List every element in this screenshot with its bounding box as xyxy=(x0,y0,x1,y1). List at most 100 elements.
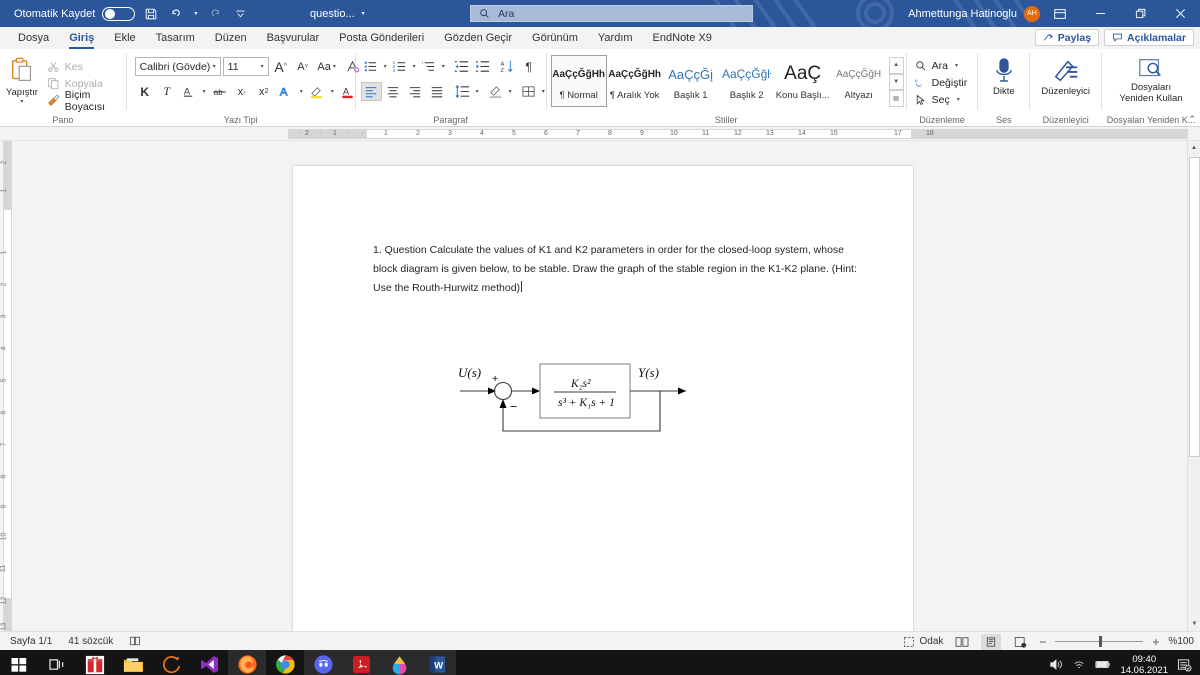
shading-dropdown-icon[interactable]: ▾ xyxy=(507,88,514,95)
undo-icon[interactable] xyxy=(167,5,185,23)
taskbar-paint-app[interactable] xyxy=(380,650,418,675)
volume-icon[interactable] xyxy=(1049,658,1063,671)
styles-more-button[interactable]: ▤ xyxy=(888,90,904,108)
print-layout-icon[interactable] xyxy=(981,633,1002,650)
bold-button[interactable]: K xyxy=(135,82,155,102)
dictate-button[interactable]: Dikte xyxy=(980,52,1028,97)
style-konu-basligi[interactable]: AaÇ Konu Başlı... xyxy=(775,55,831,107)
replace-button[interactable]: b c Değiştir xyxy=(915,74,968,91)
restore-icon[interactable] xyxy=(1120,0,1160,27)
format-painter-button[interactable]: Biçim Boyacısı xyxy=(44,89,126,113)
borders-dropdown-icon[interactable]: ▾ xyxy=(540,88,547,95)
tab-yardim[interactable]: Yardım xyxy=(588,27,643,49)
sort-icon[interactable]: A Z xyxy=(498,57,518,77)
style-baslik-2[interactable]: AaÇçĞğŀ Başlık 2 xyxy=(719,55,775,107)
undo-dropdown-icon[interactable]: ▾ xyxy=(192,10,199,17)
underline-button[interactable]: A xyxy=(179,82,199,102)
multilevel-dropdown-icon[interactable]: ▾ xyxy=(440,63,447,70)
style-normal[interactable]: AaÇçĞğHh ¶ Normal xyxy=(550,55,607,107)
numbering-dropdown-icon[interactable]: ▾ xyxy=(411,63,418,70)
reuse-files-button[interactable]: Dosyaları Yeniden Kullan xyxy=(1114,52,1188,104)
text-effects-icon[interactable]: A xyxy=(276,82,296,102)
taskbar-visual-studio[interactable] xyxy=(190,650,228,675)
style-baslik-1[interactable]: AaÇçĞį Başlık 1 xyxy=(663,55,719,107)
vertical-scrollbar[interactable]: ▲ ▼ xyxy=(1187,141,1200,631)
decrease-indent-icon[interactable] xyxy=(452,57,472,77)
font-size-combo[interactable]: 11 ▾ xyxy=(222,57,269,76)
style-altyazi[interactable]: AaÇçĞğH Altyazı xyxy=(831,55,887,107)
zoom-level-label[interactable]: %100 xyxy=(1168,636,1194,647)
task-view-button[interactable] xyxy=(38,650,76,675)
wifi-icon[interactable] xyxy=(1072,658,1086,671)
vertical-ruler[interactable]: 2 1 1 2 3 4 5 6 7 8 9 10 11 12 13 xyxy=(0,141,14,631)
line-spacing-icon[interactable] xyxy=(453,82,473,102)
zoom-in-button[interactable]: + xyxy=(1152,635,1159,649)
find-button[interactable]: Ara ▾ xyxy=(915,57,968,74)
taskbar-chrome[interactable] xyxy=(266,650,304,675)
taskbar-file-explorer[interactable] xyxy=(114,650,152,675)
change-case-button[interactable]: Aa ▾ xyxy=(315,57,341,77)
tab-posta-gonderileri[interactable]: Posta Gönderileri xyxy=(329,27,434,49)
find-dropdown-icon[interactable]: ▾ xyxy=(953,62,960,69)
search-input[interactable]: Ara xyxy=(470,5,753,22)
align-center-icon[interactable] xyxy=(383,82,404,101)
customize-quick-access-icon[interactable] xyxy=(231,5,249,23)
paste-button[interactable]: Yapıştır ▾ xyxy=(0,52,44,105)
paste-dropdown-icon[interactable]: ▾ xyxy=(18,98,25,105)
taskbar-word[interactable]: W xyxy=(418,650,456,675)
font-family-combo[interactable]: Calibri (Gövde) ▾ xyxy=(134,57,221,76)
styles-scroll-up-button[interactable]: ▲ xyxy=(888,57,904,74)
zoom-out-button[interactable]: − xyxy=(1039,635,1046,649)
tab-gozden-gecir[interactable]: Gözden Geçir xyxy=(434,27,522,49)
document-name[interactable]: questio... xyxy=(310,8,355,20)
tab-dosya[interactable]: Dosya xyxy=(8,27,59,49)
word-count-label[interactable]: 41 sözcük xyxy=(68,636,113,647)
taskbar-firefox[interactable] xyxy=(228,650,266,675)
control-system-block-diagram[interactable]: U(s) + − K₂s² s³ + K₁s + 1 Y(s) xyxy=(448,351,698,441)
taskbar-adobe-reader[interactable] xyxy=(342,650,380,675)
borders-icon[interactable] xyxy=(519,82,539,102)
page-number-label[interactable]: Sayfa 1/1 xyxy=(10,636,52,647)
zoom-slider[interactable] xyxy=(1055,634,1144,650)
multilevel-list-icon[interactable]: 1 xyxy=(419,57,439,77)
tab-duzen[interactable]: Düzen xyxy=(205,27,257,49)
shading-icon[interactable] xyxy=(486,82,506,102)
cut-button[interactable]: Kes xyxy=(44,58,126,75)
bullet-dropdown-icon[interactable]: ▾ xyxy=(382,63,389,70)
tab-giris[interactable]: Giriş xyxy=(59,27,104,49)
document-paragraph[interactable]: 1. Question Calculate the values of K1 a… xyxy=(373,241,858,298)
taskbar-gift-app[interactable] xyxy=(76,650,114,675)
redo-icon[interactable] xyxy=(206,5,224,23)
select-dropdown-icon[interactable]: ▾ xyxy=(955,96,962,103)
superscript-button[interactable]: x2 xyxy=(254,82,274,102)
styles-scroll-down-button[interactable]: ▼ xyxy=(888,73,904,91)
underline-dropdown-icon[interactable]: ▾ xyxy=(201,88,208,95)
align-right-icon[interactable] xyxy=(405,82,426,101)
collapse-ribbon-icon[interactable]: ⌃ xyxy=(1188,114,1196,125)
web-layout-icon[interactable] xyxy=(1010,634,1030,650)
highlight-dropdown-icon[interactable]: ▾ xyxy=(329,88,336,95)
proofing-icon[interactable] xyxy=(129,635,141,647)
editor-button[interactable]: Düzenleyici xyxy=(1033,52,1099,97)
start-button[interactable] xyxy=(0,650,38,675)
document-dropdown-icon[interactable]: ▾ xyxy=(360,10,367,17)
save-icon[interactable] xyxy=(142,5,160,23)
align-left-icon[interactable] xyxy=(360,82,382,101)
autosave-toggle[interactable] xyxy=(102,6,136,21)
read-mode-icon[interactable] xyxy=(952,634,972,650)
paragraph-marks-icon[interactable]: ¶ xyxy=(519,57,539,77)
battery-icon[interactable] xyxy=(1095,659,1111,670)
tab-tasarim[interactable]: Tasarım xyxy=(146,27,205,49)
increase-indent-icon[interactable] xyxy=(473,57,493,77)
highlight-color-icon[interactable] xyxy=(307,82,327,102)
tab-ekle[interactable]: Ekle xyxy=(104,27,145,49)
share-button[interactable]: Paylaş xyxy=(1034,29,1100,46)
document-canvas[interactable]: 1. Question Calculate the values of K1 a… xyxy=(14,141,1200,631)
scrollbar-thumb[interactable] xyxy=(1189,157,1200,457)
horizontal-ruler[interactable]: · 2 · 1 · · 1 2 3 4 5 6 7 8 9 10 11 12 1… xyxy=(0,127,1200,141)
close-icon[interactable] xyxy=(1160,0,1200,27)
document-page[interactable]: 1. Question Calculate the values of K1 a… xyxy=(293,166,913,631)
taskbar-discord[interactable] xyxy=(304,650,342,675)
tab-endnote-x9[interactable]: EndNote X9 xyxy=(643,27,722,49)
taskbar-arc-app[interactable] xyxy=(152,650,190,675)
